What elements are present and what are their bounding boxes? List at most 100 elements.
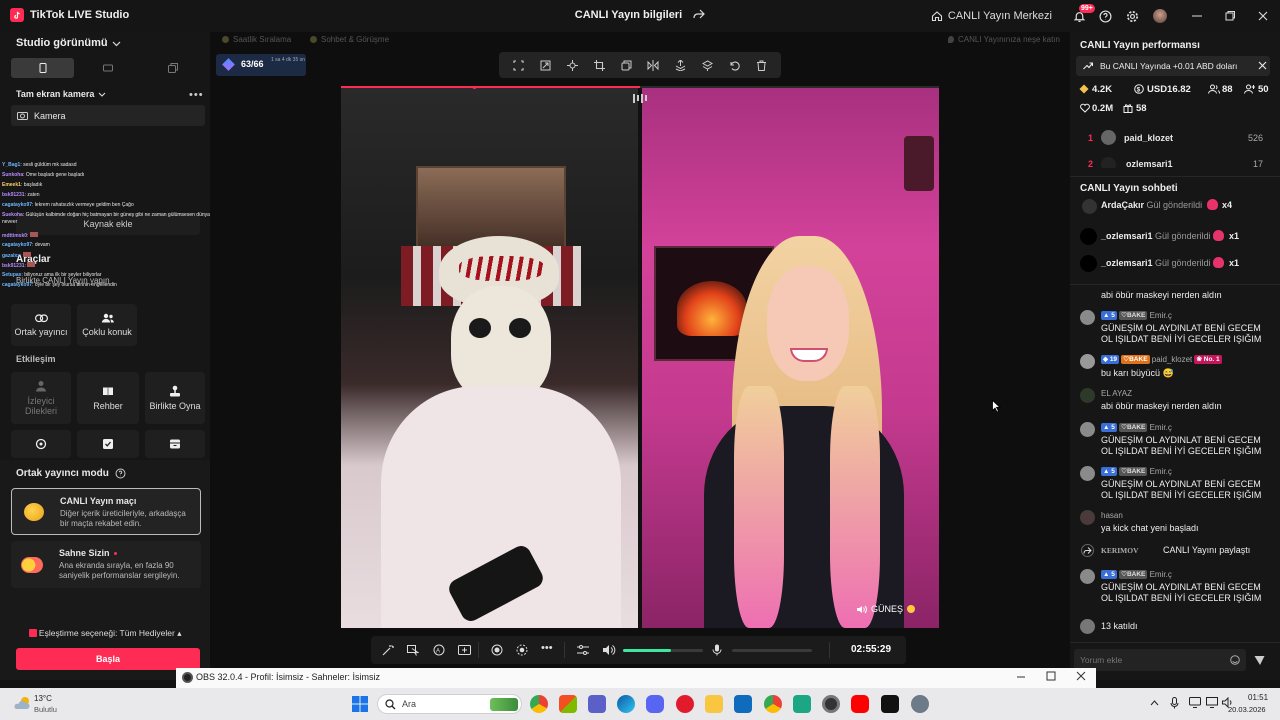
studio-view-dropdown[interactable]: Studio görünümü xyxy=(16,37,121,49)
screenshot-icon[interactable] xyxy=(516,644,528,656)
trash-icon[interactable] xyxy=(756,60,767,71)
share-icon[interactable] xyxy=(693,8,706,20)
discord-icon[interactable] xyxy=(646,695,664,713)
clock-time[interactable]: 01:51 xyxy=(1248,693,1268,702)
dual-tab[interactable] xyxy=(142,58,205,78)
fullscreen-camera-dropdown[interactable]: Tam ekran kamera xyxy=(16,89,106,99)
top-viewer-score: 17 xyxy=(1252,159,1263,168)
edge-icon[interactable] xyxy=(617,695,635,713)
obs-icon[interactable] xyxy=(822,695,840,713)
tool-button-6[interactable] xyxy=(145,430,205,458)
flip-icon[interactable] xyxy=(647,59,659,71)
close-icon[interactable] xyxy=(1258,61,1267,70)
chrome-icon[interactable] xyxy=(530,695,548,713)
portrait-tab[interactable] xyxy=(11,58,75,78)
help-button[interactable] xyxy=(1092,0,1118,32)
obs-window-titlebar[interactable]: OBS 32.0.4 - Profil: İsimsiz - Sahneler:… xyxy=(176,668,1096,688)
hourly-ranking-tab[interactable]: Saatlik Sıralama xyxy=(222,35,291,44)
tool-button-4[interactable] xyxy=(11,430,71,458)
obs-minimize-button[interactable] xyxy=(1016,671,1026,681)
live-center-button[interactable]: CANLI Yayın Merkezi xyxy=(931,0,1066,32)
send-icon[interactable] xyxy=(1254,655,1265,666)
top-viewer-row[interactable]: 1 paid_klozet 526 xyxy=(1080,130,1275,148)
volume-slider[interactable] xyxy=(623,649,703,652)
duplicate-icon[interactable] xyxy=(621,60,632,71)
start-windows-icon[interactable] xyxy=(352,696,368,712)
stream-info-title[interactable]: CANLI Yayın bilgileri xyxy=(575,9,682,21)
close-button[interactable] xyxy=(1246,0,1280,32)
tiktok-icon[interactable] xyxy=(881,695,899,713)
file-explorer-icon[interactable] xyxy=(705,695,723,713)
comment-input[interactable] xyxy=(1074,649,1246,671)
ai-effect-icon[interactable]: A xyxy=(433,644,445,656)
top-viewer-row[interactable]: 2 ozlemsari1 17 xyxy=(1080,156,1275,168)
teams-icon[interactable] xyxy=(588,695,606,713)
record-icon[interactable] xyxy=(491,644,503,656)
display-tray-icon[interactable] xyxy=(1189,697,1201,708)
weather-icon[interactable] xyxy=(12,696,32,710)
live-match-card[interactable]: CANLI Yayın maçı Diğer içerik üreticiler… xyxy=(11,488,201,535)
viewer-requests-button[interactable]: İzleyici Dilekleri xyxy=(11,372,71,424)
more-icon[interactable]: ••• xyxy=(541,642,553,654)
obs-close-button[interactable] xyxy=(1076,671,1086,681)
taskbar-search[interactable]: Ara xyxy=(377,694,522,714)
emoji-icon[interactable] xyxy=(1230,655,1240,665)
store-icon[interactable] xyxy=(559,695,577,713)
volume-icon[interactable] xyxy=(603,644,616,656)
tool-button-5[interactable] xyxy=(77,430,139,458)
mixer-icon[interactable] xyxy=(577,644,589,656)
microphone-icon[interactable] xyxy=(712,644,722,656)
info-icon[interactable] xyxy=(115,468,126,479)
video-canvas[interactable]: GÜNEŞ xyxy=(341,86,939,628)
notifications-button[interactable]: 99+ xyxy=(1066,0,1095,32)
chat-message[interactable]: ◆ 19 ♡BAKE paid_klozet ❀ No. 1 bu karı b… xyxy=(1080,354,1275,380)
layer-up-icon[interactable] xyxy=(675,59,686,71)
more-options-icon[interactable]: ••• xyxy=(189,89,204,101)
speaker-icon[interactable] xyxy=(857,605,867,614)
chrome-profile-icon[interactable] xyxy=(764,695,782,713)
matching-option-dropdown[interactable]: Eşleştirme seçeneği: Tüm Hediyeler ▴ xyxy=(0,628,210,639)
chat-call-tab[interactable]: Sohbet & Görüşme xyxy=(310,35,389,44)
chat-message[interactable]: ▲ 5 ♡BAKE Emir.ç GÜNEŞİM OL AYDINLAT BEN… xyxy=(1080,569,1275,605)
fit-screen-icon[interactable] xyxy=(540,60,551,71)
tray-chevron-icon[interactable] xyxy=(1150,699,1159,706)
opera-icon[interactable] xyxy=(676,695,694,713)
chat-message[interactable]: ▲ 5 ♡BAKE Emir.ç GÜNEŞİM OL AYDINLAT BEN… xyxy=(1080,466,1275,502)
profile-avatar[interactable] xyxy=(1146,0,1174,32)
clock-date[interactable]: 20.03.2026 xyxy=(1228,705,1266,714)
multi-guest-button[interactable]: Çoklu konuk xyxy=(77,304,137,346)
comment-field[interactable] xyxy=(1080,653,1220,667)
chat-message[interactable]: EL AYAZ abi öbür maskeyi nerden aldın xyxy=(1080,388,1275,414)
split-handle-icon[interactable] xyxy=(631,92,649,104)
minimize-button[interactable] xyxy=(1180,0,1214,32)
app-icon-green[interactable] xyxy=(793,695,811,713)
play-together-button[interactable]: Birlikte Oyna xyxy=(145,372,205,424)
goal-counter[interactable]: 63/66 1 sa 4 dk 35 sn xyxy=(216,54,306,76)
mic-tray-icon[interactable] xyxy=(1170,697,1179,709)
crop-icon[interactable] xyxy=(593,59,605,71)
youtube-icon[interactable] xyxy=(851,695,869,713)
center-icon[interactable] xyxy=(566,59,578,71)
settings-button[interactable] xyxy=(1118,0,1146,32)
scene-swap-icon[interactable] xyxy=(407,644,419,656)
settings-app-icon[interactable] xyxy=(911,695,929,713)
network-icon[interactable] xyxy=(1206,697,1218,708)
add-media-icon[interactable] xyxy=(458,644,471,656)
undo-icon[interactable] xyxy=(729,60,740,71)
co-host-button[interactable]: Ortak yayıncı xyxy=(11,304,71,346)
start-button[interactable]: Başla xyxy=(16,648,200,670)
mail-icon[interactable] xyxy=(734,695,752,713)
camera-source-item[interactable]: Kamera xyxy=(11,105,205,126)
your-stage-card[interactable]: Sahne Sizin Ana ekranda sırayla, en fazl… xyxy=(11,541,201,588)
search-highlight-icon xyxy=(490,698,518,711)
magic-wand-icon[interactable] xyxy=(382,644,394,656)
maximize-button[interactable] xyxy=(1214,0,1246,32)
obs-maximize-button[interactable] xyxy=(1046,671,1056,681)
layer-down-icon[interactable] xyxy=(702,59,714,71)
landscape-tab[interactable] xyxy=(76,58,139,78)
chat-message[interactable]: ▲ 5 ♡BAKE Emir.ç GÜNEŞİM OL AYDINLAT BEN… xyxy=(1080,310,1275,346)
chat-message[interactable]: hasan ya kick chat yeni başladı xyxy=(1080,510,1275,536)
select-icon[interactable] xyxy=(513,59,524,71)
guide-button[interactable]: Rehber xyxy=(77,372,139,424)
chat-message[interactable]: ▲ 5 ♡BAKE Emir.ç GÜNEŞİM OL AYDINLAT BEN… xyxy=(1080,422,1275,458)
